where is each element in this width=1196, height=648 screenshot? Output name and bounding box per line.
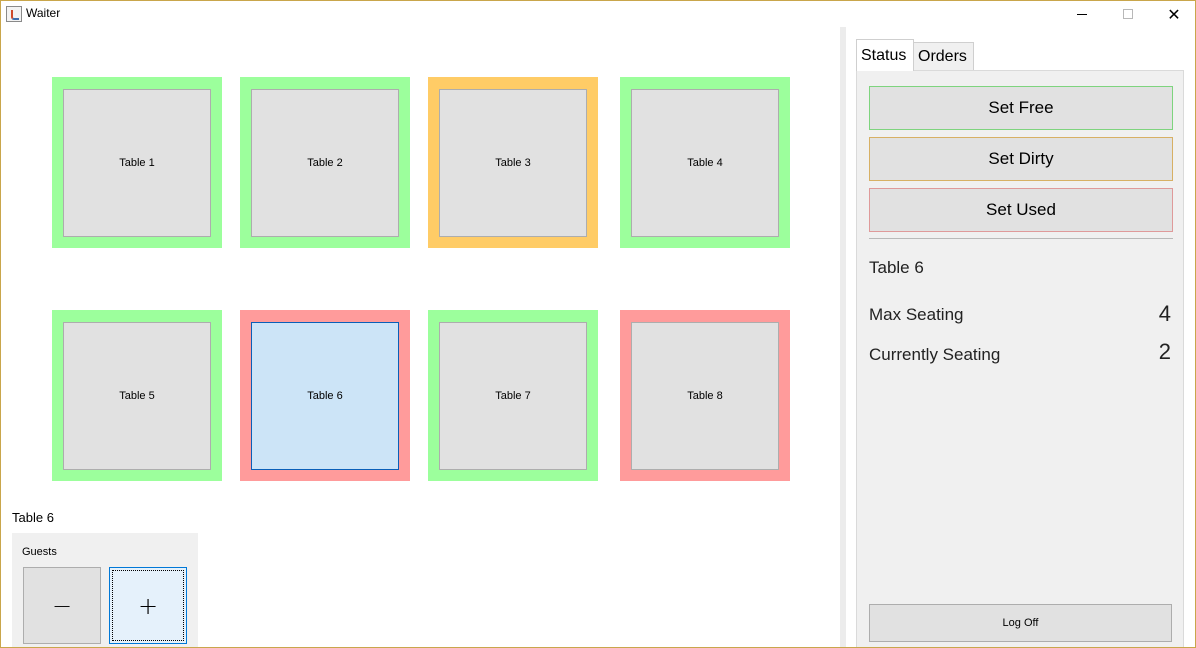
increase-guests-button[interactable]: + — [109, 567, 187, 644]
app-window: Waiter ✕ Table 1 Table 2 Table 3 Table 4… — [0, 0, 1196, 648]
table-3-button[interactable]: Table 3 — [439, 89, 587, 237]
table-7-button[interactable]: Table 7 — [439, 322, 587, 470]
maximize-icon — [1123, 9, 1133, 19]
table-6-button[interactable]: Table 6 — [251, 322, 399, 470]
right-panel: Status Orders Set Free Set Dirty Set Use… — [846, 27, 1195, 647]
max-seating-label: Max Seating — [869, 305, 964, 324]
tab-status[interactable]: Status — [856, 39, 914, 71]
guests-panel: Guests − + — [12, 533, 198, 647]
table-6-status-frame: Table 6 — [240, 310, 410, 481]
title-bar[interactable]: Waiter ✕ — [1, 1, 1195, 27]
window-title: Waiter — [26, 6, 61, 20]
minimize-icon — [1077, 13, 1087, 15]
currently-seating-value: 2 — [1158, 339, 1171, 364]
selected-table-label: Table 6 — [12, 510, 54, 525]
set-dirty-button[interactable]: Set Dirty — [869, 137, 1173, 181]
maximize-button[interactable] — [1105, 1, 1151, 27]
table-4-button[interactable]: Table 4 — [631, 89, 779, 237]
table-1-status-frame: Table 1 — [52, 77, 222, 248]
log-off-button[interactable]: Log Off — [869, 604, 1172, 642]
set-free-button[interactable]: Set Free — [869, 86, 1173, 130]
close-button[interactable]: ✕ — [1151, 1, 1195, 27]
table-7-status-frame: Table 7 — [428, 310, 598, 481]
table-8-button[interactable]: Table 8 — [631, 322, 779, 470]
divider — [869, 238, 1173, 239]
currently-seating-label: Currently Seating — [869, 345, 1001, 364]
table-8-status-frame: Table 8 — [620, 310, 790, 481]
status-tab-content: Set Free Set Dirty Set Used Table 6 Max … — [856, 70, 1184, 647]
table-4-status-frame: Table 4 — [620, 77, 790, 248]
tab-orders[interactable]: Orders — [914, 42, 974, 71]
decrease-guests-button[interactable]: − — [23, 567, 101, 644]
minimize-button[interactable] — [1059, 1, 1105, 27]
java-cup-icon — [6, 6, 22, 22]
table-5-button[interactable]: Table 5 — [63, 322, 211, 470]
table-2-status-frame: Table 2 — [240, 77, 410, 248]
table-2-button[interactable]: Table 2 — [251, 89, 399, 237]
max-seating-value: 4 — [1158, 301, 1171, 326]
table-1-button[interactable]: Table 1 — [63, 89, 211, 237]
table-name-label: Table 6 — [869, 258, 924, 277]
set-used-button[interactable]: Set Used — [869, 188, 1173, 232]
guests-label: Guests — [22, 546, 57, 558]
table-5-status-frame: Table 5 — [52, 310, 222, 481]
close-icon: ✕ — [1167, 4, 1181, 24]
table-3-status-frame: Table 3 — [428, 77, 598, 248]
